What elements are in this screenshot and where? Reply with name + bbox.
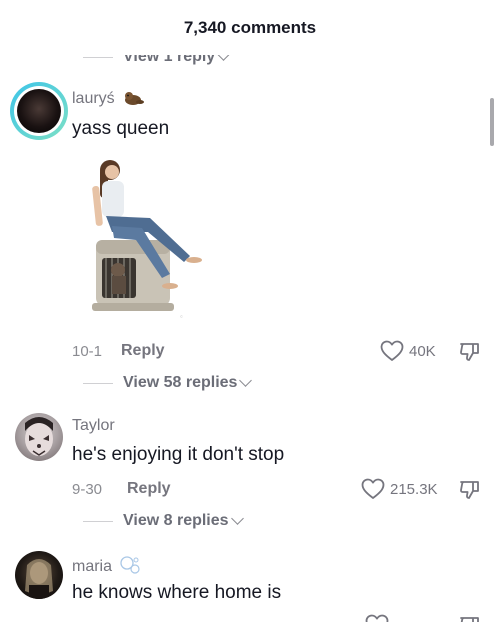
- comment-text: yass queen: [72, 118, 170, 139]
- reply-button[interactable]: Reply: [121, 342, 165, 360]
- bubbles-emoji-icon: [120, 556, 141, 574]
- heart-icon[interactable]: [380, 340, 404, 362]
- heart-icon[interactable]: [365, 614, 389, 622]
- heart-icon[interactable]: [361, 478, 385, 500]
- view-replies-button[interactable]: View 8 replies: [83, 512, 244, 530]
- dislike-icon[interactable]: [458, 478, 482, 502]
- avatar-face: [25, 559, 53, 599]
- chevron-down-icon: [239, 374, 253, 387]
- otter-emoji-icon: [125, 92, 145, 105]
- view-replies-label: View 8 replies: [123, 512, 229, 529]
- view-replies-button[interactable]: View 58 replies: [83, 374, 253, 392]
- comment-date: 10-1: [72, 343, 103, 360]
- avatar-face: [25, 417, 53, 456]
- chevron-down-icon: [230, 512, 244, 525]
- comments-count-title: 7,340 comments: [183, 18, 317, 37]
- comment-date: 9-30: [72, 481, 103, 498]
- divider: [83, 520, 113, 522]
- dislike-icon[interactable]: [458, 340, 482, 364]
- comment-username[interactable]: Taylor: [72, 417, 115, 435]
- reply-button[interactable]: Reply: [127, 480, 171, 498]
- comment-text: he knows where home is: [72, 582, 282, 603]
- dislike-icon[interactable]: [458, 614, 482, 622]
- like-count: 215.3K: [390, 481, 438, 498]
- comment-gif-image[interactable]: ©: [72, 148, 212, 334]
- header-mask: [0, 40, 500, 55]
- comment-username[interactable]: lauryś: [72, 90, 145, 108]
- avatar[interactable]: [17, 89, 61, 133]
- divider: [83, 56, 113, 58]
- divider: [83, 382, 113, 384]
- comment-text: he's enjoying it don't stop: [72, 444, 285, 465]
- gif-illustration: ©: [72, 148, 212, 334]
- like-count: 40K: [409, 343, 436, 360]
- svg-text:©: ©: [180, 314, 183, 319]
- comment-username[interactable]: maria: [72, 555, 141, 576]
- avatar[interactable]: [15, 413, 63, 461]
- view-replies-label: View 58 replies: [123, 374, 238, 391]
- avatar[interactable]: [15, 551, 63, 599]
- scrollbar[interactable]: [490, 98, 494, 146]
